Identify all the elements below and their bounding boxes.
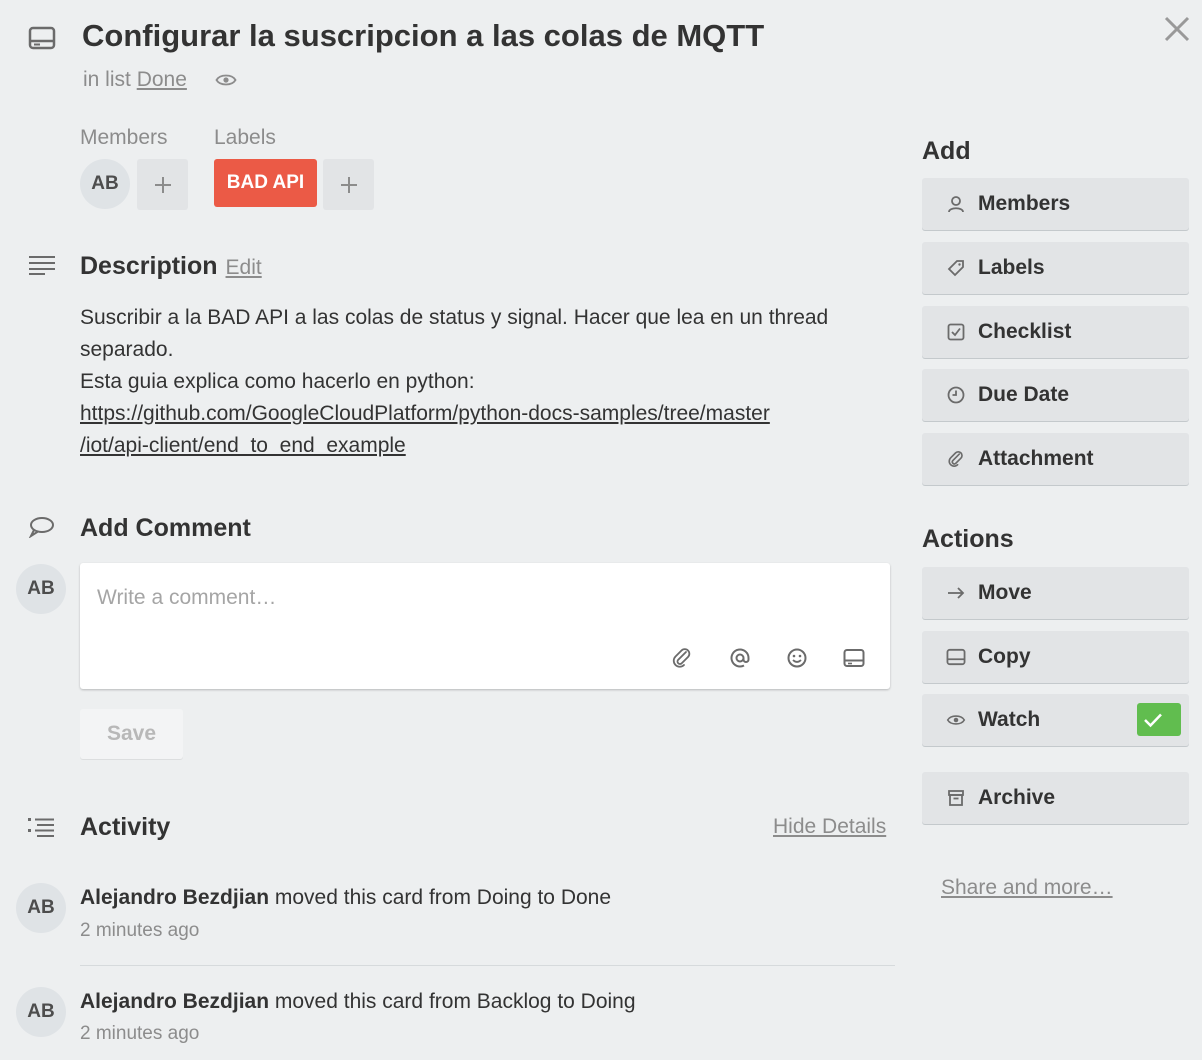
paperclip-icon xyxy=(946,450,966,468)
card-list-info: in list Done xyxy=(83,68,187,92)
actions-heading: Actions xyxy=(922,525,1014,553)
tag-icon xyxy=(946,259,966,277)
description-line: Esta guia explica como hacerlo en python… xyxy=(80,370,475,393)
checklist-button-label: Checklist xyxy=(978,320,1072,343)
archive-icon xyxy=(946,789,966,807)
card-title[interactable]: Configurar la suscripcion a las colas de… xyxy=(82,18,764,54)
paperclip-icon[interactable] xyxy=(671,647,693,669)
checkmark-icon xyxy=(1143,712,1163,728)
comment-avatar[interactable]: AB xyxy=(16,564,66,614)
copy-button[interactable]: Copy xyxy=(922,631,1189,683)
members-button-label: Members xyxy=(978,192,1071,215)
comment-input[interactable] xyxy=(80,563,890,633)
emoji-icon[interactable] xyxy=(786,647,808,669)
description-heading: Description Edit xyxy=(80,252,262,281)
add-heading: Add xyxy=(922,137,971,165)
archive-button-label: Archive xyxy=(978,786,1056,809)
description-link[interactable]: https://github.com/GoogleCloudPlatform/p… xyxy=(80,398,900,430)
watch-button-label: Watch xyxy=(978,708,1041,731)
activity-user[interactable]: Alejandro Bezdjian xyxy=(80,886,269,909)
description-icon xyxy=(29,255,55,275)
add-member-button[interactable] xyxy=(137,159,188,210)
activity-avatar[interactable]: AB xyxy=(16,883,66,933)
add-label-button[interactable] xyxy=(323,159,374,210)
copy-button-label: Copy xyxy=(978,645,1031,668)
description-line: separado. xyxy=(80,338,174,361)
share-link[interactable]: Share and more… xyxy=(941,876,1113,900)
watch-button[interactable]: Watch xyxy=(922,694,1189,746)
eye-icon xyxy=(946,713,966,727)
comment-icon xyxy=(28,516,54,538)
labels-button-label: Labels xyxy=(978,256,1045,279)
attachment-button-label: Attachment xyxy=(978,447,1094,470)
eye-icon xyxy=(215,72,237,88)
archive-button[interactable]: Archive xyxy=(922,772,1189,824)
description-link[interactable]: /iot/api-client/end_to_end_example xyxy=(80,430,900,462)
labels-heading: Labels xyxy=(214,126,276,149)
add-comment-heading: Add Comment xyxy=(80,514,251,542)
plus-icon xyxy=(153,175,173,195)
card-icon xyxy=(28,26,56,50)
mention-icon[interactable] xyxy=(729,647,751,669)
attachment-button[interactable]: Attachment xyxy=(922,433,1189,485)
activity-user[interactable]: Alejandro Bezdjian xyxy=(80,990,269,1013)
members-heading: Members xyxy=(80,126,168,149)
move-button-label: Move xyxy=(978,581,1032,604)
checklist-button[interactable]: Checklist xyxy=(922,306,1189,358)
activity-time[interactable]: 2 minutes ago xyxy=(80,1023,199,1045)
comment-box xyxy=(80,563,890,689)
save-button[interactable]: Save xyxy=(80,709,183,759)
edit-description-link[interactable]: Edit xyxy=(226,256,262,279)
member-avatar[interactable]: AB xyxy=(80,159,130,209)
description-line: Suscribir a la BAD API a las colas de st… xyxy=(80,306,829,329)
hide-details-link[interactable]: Hide Details xyxy=(773,815,886,839)
close-icon[interactable] xyxy=(1162,14,1192,44)
watch-active-badge xyxy=(1137,703,1181,736)
activity-item: Alejandro Bezdjian moved this card from … xyxy=(80,886,611,910)
description-text[interactable]: Suscribir a la BAD API a las colas de st… xyxy=(80,302,900,462)
description-title: Description xyxy=(80,252,218,280)
list-prefix: in list xyxy=(83,68,131,91)
card-icon xyxy=(946,648,966,666)
activity-action: moved this card from Backlog to Doing xyxy=(274,990,636,1013)
label-badge[interactable]: BAD API xyxy=(214,159,317,207)
clock-icon xyxy=(946,386,966,404)
activity-item: Alejandro Bezdjian moved this card from … xyxy=(80,990,636,1014)
move-button[interactable]: Move xyxy=(922,567,1189,619)
due-date-button-label: Due Date xyxy=(978,383,1070,406)
labels-button[interactable]: Labels xyxy=(922,242,1189,294)
activity-divider xyxy=(80,965,895,966)
arrow-right-icon xyxy=(946,586,966,600)
activity-icon xyxy=(28,817,54,837)
plus-icon xyxy=(339,175,359,195)
person-icon xyxy=(946,195,966,213)
checkbox-icon xyxy=(946,323,966,341)
activity-time[interactable]: 2 minutes ago xyxy=(80,920,199,942)
due-date-button[interactable]: Due Date xyxy=(922,369,1189,421)
activity-avatar[interactable]: AB xyxy=(16,987,66,1037)
activity-heading: Activity xyxy=(80,813,171,841)
list-link[interactable]: Done xyxy=(137,68,187,91)
members-button[interactable]: Members xyxy=(922,178,1189,230)
card-icon[interactable] xyxy=(843,648,865,668)
activity-action: moved this card from Doing to Done xyxy=(274,886,612,909)
